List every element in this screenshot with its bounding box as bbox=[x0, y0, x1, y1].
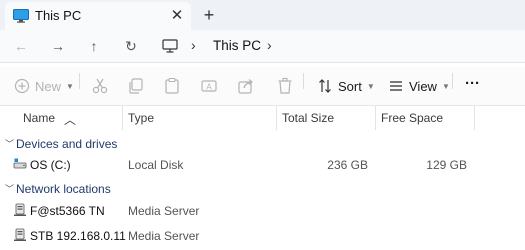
sort-ascending-icon: ︿ bbox=[64, 113, 77, 127]
sort-icon bbox=[319, 79, 331, 93]
sort-button[interactable]: Sort ▼ bbox=[317, 74, 375, 98]
more-options-button[interactable]: ··· bbox=[465, 71, 480, 95]
item-name: STB 192.168.0.11 bbox=[30, 229, 126, 243]
column-header-name[interactable]: Name bbox=[23, 111, 55, 125]
item-total-size: 236 GB bbox=[327, 158, 368, 172]
cut-icon[interactable] bbox=[90, 76, 110, 96]
column-header-type[interactable]: Type bbox=[128, 111, 154, 125]
column-divider[interactable] bbox=[276, 106, 277, 130]
title-bar: This PC ✕ + bbox=[0, 0, 525, 30]
media-server-icon bbox=[14, 203, 26, 216]
plus-circle-icon bbox=[14, 78, 30, 94]
list-item[interactable]: F@st5366 TN Media Server bbox=[0, 200, 525, 222]
up-button[interactable]: ↑ bbox=[82, 35, 106, 57]
view-button[interactable]: View ▼ bbox=[388, 74, 450, 98]
column-header-total-size[interactable]: Total Size bbox=[282, 111, 334, 125]
item-name: F@st5366 TN bbox=[30, 204, 105, 218]
breadcrumb-separator: › bbox=[191, 37, 196, 53]
computer-icon bbox=[162, 39, 178, 53]
separator bbox=[303, 73, 304, 89]
share-icon[interactable] bbox=[236, 76, 256, 96]
refresh-button[interactable]: ↻ bbox=[119, 35, 143, 57]
back-button[interactable]: ← bbox=[9, 35, 33, 57]
navigation-bar: ← → ↑ ↻ › This PC › bbox=[0, 30, 525, 62]
delete-icon[interactable] bbox=[275, 76, 295, 96]
group-header-network[interactable]: ﹀ Network locations bbox=[0, 179, 525, 199]
item-type: Media Server bbox=[128, 204, 200, 218]
chevron-down-icon: ▼ bbox=[441, 81, 450, 91]
new-label: New bbox=[35, 78, 62, 94]
rename-icon[interactable]: A bbox=[199, 76, 219, 96]
item-free-space: 129 GB bbox=[426, 158, 467, 172]
breadcrumb-chevron[interactable]: › bbox=[267, 37, 272, 53]
chevron-down-icon: ﹀ bbox=[5, 184, 15, 194]
media-server-icon bbox=[14, 228, 26, 241]
paste-icon[interactable] bbox=[162, 76, 182, 96]
column-divider[interactable] bbox=[375, 106, 376, 130]
chevron-down-icon: ▼ bbox=[366, 81, 375, 91]
view-list-icon bbox=[390, 81, 402, 91]
item-name: OS (C:) bbox=[30, 158, 71, 172]
divider bbox=[0, 62, 525, 63]
breadcrumb-this-pc[interactable]: This PC bbox=[213, 38, 261, 53]
address-bar[interactable]: › This PC › bbox=[152, 33, 525, 59]
monitor-icon bbox=[13, 9, 29, 23]
forward-button[interactable]: → bbox=[46, 35, 70, 57]
copy-icon[interactable] bbox=[126, 76, 146, 96]
list-item[interactable]: OS (C:) Local Disk 236 GB 129 GB bbox=[0, 154, 525, 176]
sort-label: Sort bbox=[338, 78, 362, 94]
tab-this-pc[interactable]: This PC ✕ bbox=[5, 2, 191, 30]
separator bbox=[79, 73, 80, 89]
column-headers: ︿ Name Type Total Size Free Space bbox=[0, 106, 525, 130]
group-label: Devices and drives bbox=[16, 137, 118, 151]
column-header-free-space[interactable]: Free Space bbox=[381, 111, 443, 125]
item-type: Local Disk bbox=[128, 158, 184, 172]
list-item[interactable]: STB 192.168.0.11 Media Server bbox=[0, 225, 525, 247]
view-label: View bbox=[409, 78, 437, 94]
column-divider[interactable] bbox=[122, 106, 123, 130]
new-tab-button[interactable]: + bbox=[198, 4, 220, 26]
drive-icon bbox=[13, 158, 27, 169]
chevron-down-icon: ▼ bbox=[66, 81, 74, 91]
group-label: Network locations bbox=[16, 182, 111, 196]
command-bar: New ▼ A Sort ▼ View ▼ ··· bbox=[0, 67, 525, 105]
chevron-down-icon: ﹀ bbox=[5, 139, 15, 149]
tab-title: This PC bbox=[35, 8, 82, 23]
item-type: Media Server bbox=[128, 229, 200, 243]
new-button[interactable]: New ▼ bbox=[14, 74, 74, 98]
separator bbox=[452, 73, 453, 89]
svg-text:A: A bbox=[206, 83, 212, 92]
group-header-devices[interactable]: ﹀ Devices and drives bbox=[0, 134, 525, 154]
close-tab-button[interactable]: ✕ bbox=[167, 6, 187, 26]
column-divider[interactable] bbox=[474, 106, 475, 130]
